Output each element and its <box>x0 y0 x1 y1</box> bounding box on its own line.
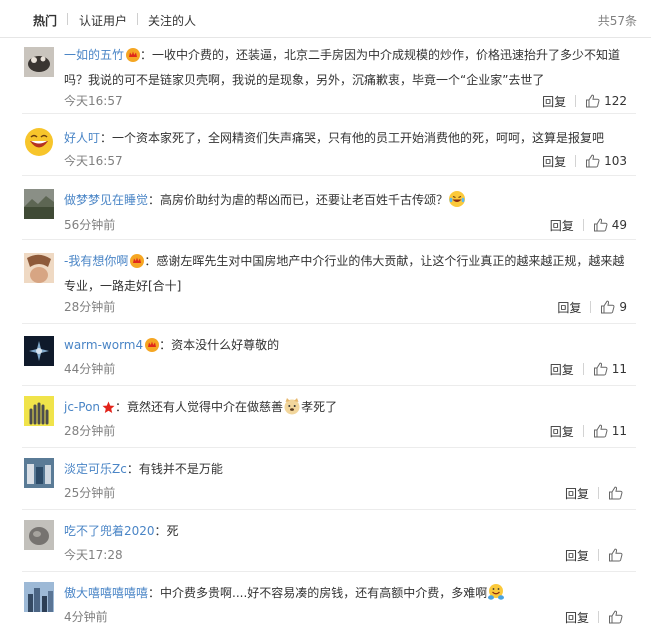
thumb-up-icon <box>586 154 600 168</box>
like-button[interactable] <box>608 486 627 500</box>
comment-time: 28分钟前 <box>64 300 116 314</box>
comment-text: 孝死了 <box>301 400 338 414</box>
like-button[interactable] <box>608 548 627 562</box>
thumb-up-icon <box>593 424 608 438</box>
comment-item: 淡定可乐Zc：有钱并不是万能 25分钟前 回复 <box>0 448 651 510</box>
like-count: 49 <box>611 218 627 232</box>
comment-item: 好人叮：一个资本家死了，全网精资们失声痛哭，只有他的员工开始消费他的死，呵呵，这… <box>0 114 651 176</box>
thumb-up-icon <box>601 300 615 314</box>
red-star-badge-icon <box>102 399 115 421</box>
reply-button[interactable]: 回复 <box>550 423 574 440</box>
reply-button[interactable]: 回复 <box>542 93 566 110</box>
comment-item: 吃不了兜着2020：死 今天17:28 回复 <box>0 510 651 572</box>
username-link[interactable]: -我有想你啊 <box>64 254 128 268</box>
reply-button[interactable]: 回复 <box>550 217 574 234</box>
like-count: 9 <box>619 300 627 314</box>
like-count: 11 <box>611 362 627 376</box>
like-button[interactable]: 11 <box>593 424 627 438</box>
comment-item: warm-worm4 ：资本没什么好尊敬的 44分钟前 回复 11 <box>0 324 651 386</box>
like-button[interactable] <box>608 610 627 624</box>
username-link[interactable]: 傲大嘻嘻嘻嘻嘻 <box>64 586 148 600</box>
comment-item: jc-Pon ：竟然还有人觉得中介在做慈善 孝死了 28分钟前 回复 11 <box>0 386 651 448</box>
doge-emoji-icon <box>283 397 301 422</box>
comment-text: 一个资本家死了，全网精资们失声痛哭，只有他的员工开始消费他的死，呵呵，这算是报复… <box>112 131 605 145</box>
avatar[interactable] <box>24 253 54 283</box>
comment-time: 今天17:28 <box>64 548 123 562</box>
crown-badge-icon <box>145 337 160 359</box>
tab-divider <box>137 13 138 25</box>
laugh-cry-emoji-icon <box>448 190 466 215</box>
comment-item: 傲大嘻嘻嘻嘻嘻：中介费多贵啊....好不容易凑的房钱，还有高额中介费，多难啊 4… <box>0 572 651 634</box>
thumb-up-icon <box>593 218 608 232</box>
like-count: 103 <box>604 154 627 168</box>
like-button[interactable]: 11 <box>593 362 627 376</box>
comment-time: 今天16:57 <box>64 94 123 108</box>
like-count: 11 <box>611 424 627 438</box>
avatar[interactable] <box>24 520 54 550</box>
comment-time: 56分钟前 <box>64 218 116 232</box>
like-button[interactable]: 49 <box>593 218 627 232</box>
avatar[interactable] <box>24 582 54 612</box>
username-link[interactable]: 淡定可乐Zc <box>64 462 127 476</box>
tab-hot[interactable]: 热门 <box>33 12 57 29</box>
thumb-up-icon <box>609 548 623 562</box>
tab-following[interactable]: 关注的人 <box>148 12 196 29</box>
like-count: 122 <box>604 94 627 108</box>
crown-badge-icon <box>130 253 145 275</box>
thumb-up-icon <box>609 610 623 624</box>
username-link[interactable]: jc-Pon <box>64 400 100 414</box>
comment-text: 一收中介费的，还装逼，北京二手房因为中介成规模的炒作，价格迅速抬升了多少不知道 <box>152 48 621 62</box>
comment-text: 竟然还有人觉得中介在做慈善 <box>127 400 284 414</box>
tab-divider <box>67 13 68 25</box>
like-button[interactable]: 103 <box>585 154 627 168</box>
comment-time: 25分钟前 <box>64 486 116 500</box>
reply-button[interactable]: 回复 <box>565 609 589 626</box>
avatar[interactable] <box>24 336 54 366</box>
hug-emoji-icon <box>487 583 505 608</box>
comment-count: 共57条 <box>597 14 637 28</box>
reply-button[interactable]: 回复 <box>557 299 581 316</box>
comment-text: 有钱并不是万能 <box>138 462 223 476</box>
thumb-up-icon <box>593 362 608 376</box>
comment-time: 28分钟前 <box>64 424 116 438</box>
username-link[interactable]: 好人叮 <box>64 131 100 145</box>
reply-button[interactable]: 回复 <box>565 547 589 564</box>
comment-text: 高房价助纣为虐的帮凶而已，还要让老百姓千古传颂？ <box>160 193 449 207</box>
comment-item: 做梦梦见在睡觉：高房价助纣为虐的帮凶而已，还要让老百姓千古传颂？ 56分钟前 回… <box>0 176 651 240</box>
comment-text: 死 <box>166 524 179 538</box>
avatar[interactable] <box>24 47 54 77</box>
avatar[interactable] <box>24 127 54 157</box>
comment-text: 中介费多贵啊....好不容易凑的房钱，还有高额中介费，多难啊 <box>160 586 488 600</box>
reply-button[interactable]: 回复 <box>542 153 566 170</box>
comment-text: 专业，一路走好[合十] <box>64 279 182 293</box>
comment-item: -我有想你啊 ：感谢左晖先生对中国房地产中介行业的伟大贡献，让这个行业真正的越来越… <box>0 240 651 324</box>
like-button[interactable]: 122 <box>585 94 627 108</box>
like-button[interactable]: 9 <box>600 300 627 314</box>
comment-time: 4分钟前 <box>64 610 108 624</box>
username-link[interactable]: warm-worm4 <box>64 338 143 352</box>
thumb-up-icon <box>586 94 600 108</box>
reply-button[interactable]: 回复 <box>565 485 589 502</box>
comment-tabs: 热门 认证用户 关注的人 共57条 <box>0 0 651 38</box>
reply-button[interactable]: 回复 <box>550 361 574 378</box>
comment-text: 资本没什么好尊敬的 <box>171 338 280 352</box>
avatar[interactable] <box>24 396 54 426</box>
comment-text: 吗？我说的可不是链家贝壳啊，我说的是现象，另外，沉痛歉衷，毕竟一个“企业家”去世… <box>64 73 545 87</box>
thumb-up-icon <box>609 486 623 500</box>
comment-time: 44分钟前 <box>64 362 116 376</box>
username-link[interactable]: 吃不了兜着2020 <box>64 524 155 538</box>
username-link[interactable]: 做梦梦见在睡觉 <box>64 193 148 207</box>
comment-text: 感谢左晖先生对中国房地产中介行业的伟大贡献，让这个行业真正的越来越正规，越来越 <box>156 254 625 268</box>
crown-badge-icon <box>126 47 141 69</box>
avatar[interactable] <box>24 458 54 488</box>
username-link[interactable]: 一如的五竹 <box>64 48 124 62</box>
avatar[interactable] <box>24 189 54 219</box>
tab-verified-users[interactable]: 认证用户 <box>79 12 127 29</box>
comment-time: 今天16:57 <box>64 154 123 168</box>
comment-item: 一如的五竹 ：一收中介费的，还装逼，北京二手房因为中介成规模的炒作，价格迅速抬升了… <box>0 38 651 114</box>
